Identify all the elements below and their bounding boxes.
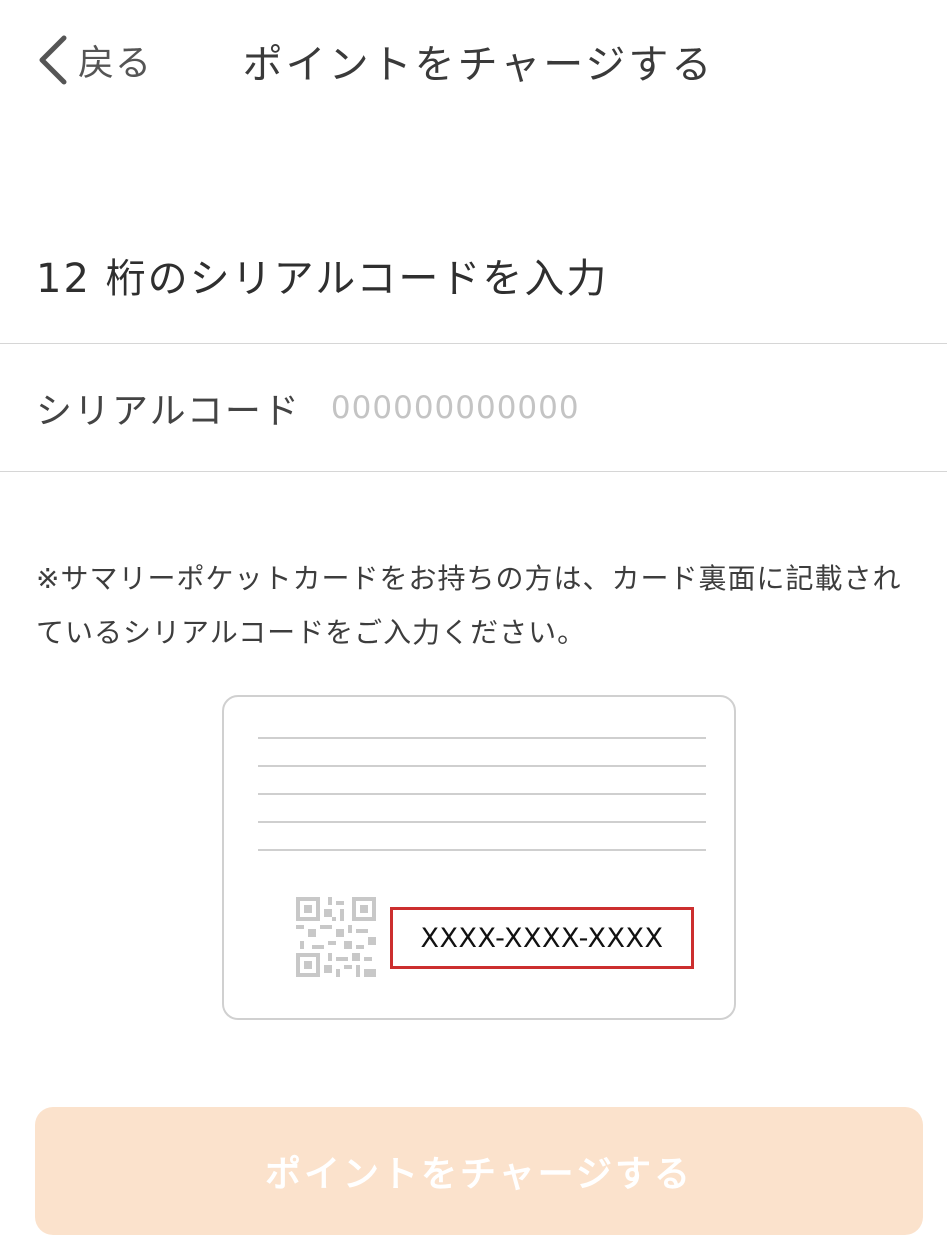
serial-code-note: ※サマリーポケットカードをお持ちの方は、カード裏面に記載されているシリアルコード… — [36, 562, 902, 649]
card-text-line — [258, 737, 706, 739]
section-heading: 12 桁のシリアルコードを入力 — [36, 256, 609, 302]
card-text-line — [258, 849, 706, 851]
charge-points-screen: 戻る ポイントをチャージする 12 桁のシリアルコードを入力 シリアルコード ※… — [0, 0, 947, 1250]
card-back-illustration: XXXX-XXXX-XXXX — [222, 695, 736, 1020]
serial-code-row[interactable]: シリアルコード — [0, 344, 947, 471]
divider — [0, 471, 947, 472]
charge-points-button[interactable]: ポイントをチャージする — [35, 1107, 923, 1235]
qr-code-icon — [296, 897, 376, 977]
card-text-line — [258, 821, 706, 823]
serial-code-example: XXXX-XXXX-XXXX — [390, 907, 694, 969]
serial-code-label: シリアルコード — [36, 390, 301, 432]
charge-button-label: ポイントをチャージする — [265, 1153, 693, 1194]
card-text-line — [258, 793, 706, 795]
serial-code-input[interactable] — [330, 389, 891, 426]
page-title: ポイントをチャージする — [242, 42, 715, 88]
card-text-line — [258, 765, 706, 767]
